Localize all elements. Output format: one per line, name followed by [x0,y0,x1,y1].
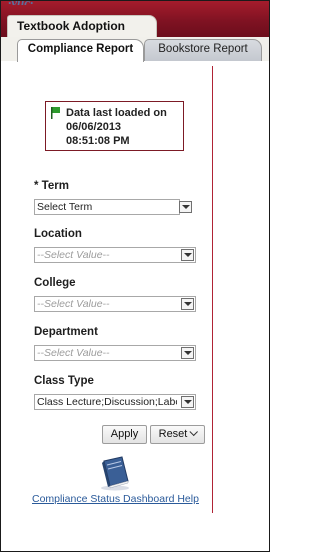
dashboard-frame: ·yuc· Textbook Adoption Compliance Repor… [0,0,270,552]
chevron-down-icon[interactable] [181,298,194,310]
panel-divider [212,66,213,513]
green-flag-icon [51,107,60,119]
help-link[interactable]: Compliance Status Dashboard Help [32,493,199,505]
notice-date: 06/06/2013 [66,121,122,133]
location-label: Location [34,228,82,240]
tab-compliance-report[interactable]: Compliance Report [17,39,144,62]
department-select-value: --Select Value-- [37,347,110,359]
term-select[interactable]: Select Term [34,199,180,215]
term-select-value: Select Term [37,201,93,213]
banner-logo: ·yuc· [8,0,54,5]
location-select[interactable]: --Select Value-- [34,247,196,263]
tab-strip: Compliance Report Bookstore Report [1,37,269,62]
notice-text-line1: Data last loaded on [66,107,167,119]
term-dropdown-button[interactable] [179,201,192,213]
college-label: College [34,277,76,289]
chevron-down-icon[interactable] [181,347,194,359]
location-select-value: --Select Value-- [37,249,110,261]
chevron-down-icon[interactable] [181,396,194,408]
reset-button[interactable]: Reset [150,425,205,444]
class-type-select[interactable]: Class Lecture;Discussion;Labora [34,394,196,410]
data-load-notice: Data last loaded on 06/06/2013 08:51:08 … [45,101,184,151]
college-select[interactable]: --Select Value-- [34,296,196,312]
term-label: * Term [34,180,69,192]
notice-time: 08:51:08 PM [66,135,130,147]
help-book-icon[interactable] [95,455,135,491]
tab-bookstore-report[interactable]: Bookstore Report [144,39,262,61]
chevron-down-icon[interactable] [181,249,194,261]
class-type-label: Class Type [34,375,94,387]
department-select[interactable]: --Select Value-- [34,345,196,361]
department-label: Department [34,326,98,338]
college-select-value: --Select Value-- [37,298,110,310]
app-title: Textbook Adoption [7,15,157,37]
apply-button-label: Apply [110,428,139,440]
chevron-down-icon [189,427,199,437]
app-banner: ·yuc· Textbook Adoption [1,0,269,39]
reset-button-label: Reset [158,428,188,440]
class-type-select-value: Class Lecture;Discussion;Labora [37,396,177,408]
apply-button[interactable]: Apply [102,425,147,444]
